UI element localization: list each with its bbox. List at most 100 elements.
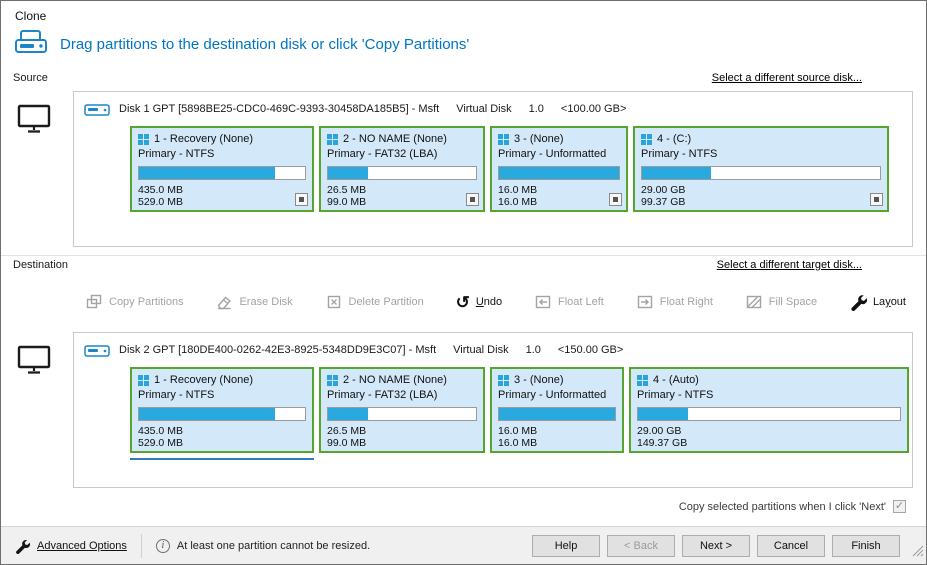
source-partition-3[interactable]: 3 - (None) Primary - Unformatted 16.0 MB… bbox=[490, 126, 628, 212]
partition-name: 1 - Recovery (None) bbox=[154, 374, 253, 386]
next-button[interactable]: Next > bbox=[682, 535, 750, 557]
resize-grip[interactable] bbox=[912, 544, 924, 562]
back-button[interactable]: < Back bbox=[607, 535, 675, 557]
partition-used: 26.5 MB bbox=[327, 425, 477, 437]
partition-size: 16.0 MB bbox=[498, 437, 616, 449]
destination-disk-header: Disk 2 GPT [180DE400-0262-42E3-8925-5348… bbox=[84, 341, 623, 358]
partition-type: Primary - NTFS bbox=[641, 148, 881, 160]
windows-logo-icon bbox=[498, 375, 509, 386]
copy-when-next-checkbox[interactable]: ✓ bbox=[893, 500, 906, 513]
disk-icon bbox=[84, 100, 110, 117]
info-icon: i bbox=[156, 539, 170, 553]
disk-capacity: <150.00 GB> bbox=[558, 344, 623, 356]
page-title: Clone bbox=[15, 9, 46, 23]
instruction-text: Drag partitions to the destination disk … bbox=[60, 36, 469, 53]
dest-partition-2[interactable]: 2 - NO NAME (None) Primary - FAT32 (LBA)… bbox=[319, 367, 485, 453]
partition-size: 99.0 MB bbox=[327, 196, 477, 208]
partition-name: 2 - NO NAME (None) bbox=[343, 133, 447, 145]
copy-when-next-label: Copy selected partitions when I click 'N… bbox=[679, 501, 886, 513]
partition-size: 529.0 MB bbox=[138, 196, 306, 208]
copy-partitions-icon bbox=[85, 293, 103, 311]
copy-partitions-button[interactable]: Copy Partitions bbox=[85, 293, 184, 311]
float-left-button[interactable]: Float Left bbox=[534, 293, 604, 311]
cancel-button[interactable]: Cancel bbox=[757, 535, 825, 557]
disk-capacity: <100.00 GB> bbox=[561, 103, 626, 115]
undo-icon: ↺ bbox=[456, 295, 470, 310]
disk-title: Disk 2 GPT [180DE400-0262-42E3-8925-5348… bbox=[119, 344, 436, 356]
windows-logo-icon bbox=[327, 375, 338, 386]
selected-partition-indicator bbox=[130, 458, 314, 460]
float-right-icon bbox=[636, 293, 654, 311]
source-partition-1[interactable]: 1 - Recovery (None) Primary - NTFS 435.0… bbox=[130, 126, 314, 212]
delete-partition-icon bbox=[325, 293, 343, 311]
partition-name: 3 - (None) bbox=[514, 133, 564, 145]
advanced-options-link[interactable]: Advanced Options bbox=[14, 538, 127, 554]
partition-type: Primary - FAT32 (LBA) bbox=[327, 389, 477, 401]
partition-used: 29.00 GB bbox=[641, 184, 881, 196]
destination-section-label: Destination bbox=[13, 259, 68, 271]
clone-wizard-window: Clone Drag partitions to the destination… bbox=[0, 0, 927, 565]
dialog-buttons: Help < Back Next > Cancel Finish bbox=[532, 535, 900, 557]
partition-usage-bar bbox=[637, 407, 901, 421]
partition-resize-icon[interactable] bbox=[295, 193, 308, 206]
bottom-bar: Advanced Options i At least one partitio… bbox=[1, 526, 926, 564]
finish-button[interactable]: Finish bbox=[832, 535, 900, 557]
partition-usage-bar bbox=[138, 407, 306, 421]
windows-logo-icon bbox=[138, 134, 149, 145]
select-target-disk-link[interactable]: Select a different target disk... bbox=[717, 259, 862, 271]
float-right-button[interactable]: Float Right bbox=[636, 293, 713, 311]
partition-used: 435.0 MB bbox=[138, 184, 306, 196]
windows-logo-icon bbox=[637, 375, 648, 386]
partition-resize-icon[interactable] bbox=[870, 193, 883, 206]
source-partition-4[interactable]: 4 - (C:) Primary - NTFS 29.00 GB 99.37 G… bbox=[633, 126, 889, 212]
partition-size: 99.0 MB bbox=[327, 437, 477, 449]
layout-button[interactable]: Layout bbox=[849, 293, 906, 311]
windows-logo-icon bbox=[138, 375, 149, 386]
partition-size: 99.37 GB bbox=[641, 196, 881, 208]
clone-disk-icon bbox=[13, 27, 51, 62]
partition-used: 16.0 MB bbox=[498, 184, 620, 196]
windows-logo-icon bbox=[641, 134, 652, 145]
resize-notice: i At least one partition cannot be resiz… bbox=[156, 539, 370, 553]
delete-partition-button[interactable]: Delete Partition bbox=[325, 293, 424, 311]
help-button[interactable]: Help bbox=[532, 535, 600, 557]
partition-name: 4 - (Auto) bbox=[653, 374, 699, 386]
partition-type: Primary - Unformatted bbox=[498, 389, 616, 401]
vertical-divider bbox=[141, 534, 142, 558]
dest-partition-4[interactable]: 4 - (Auto) Primary - NTFS 29.00 GB 149.3… bbox=[629, 367, 909, 453]
erase-disk-button[interactable]: Erase Disk bbox=[215, 293, 292, 311]
source-disk-header: Disk 1 GPT [5898BE25-CDC0-469C-9393-3045… bbox=[84, 100, 626, 117]
partition-type: Primary - Unformatted bbox=[498, 148, 620, 160]
destination-computer-icon bbox=[17, 345, 51, 375]
partition-usage-bar bbox=[327, 166, 477, 180]
windows-logo-icon bbox=[327, 134, 338, 145]
erase-disk-icon bbox=[215, 293, 233, 311]
source-computer-icon bbox=[17, 104, 51, 134]
dest-partition-3[interactable]: 3 - (None) Primary - Unformatted 16.0 MB… bbox=[490, 367, 624, 453]
partition-resize-icon[interactable] bbox=[609, 193, 622, 206]
disk-bus: Virtual Disk bbox=[453, 344, 508, 356]
destination-disk-panel: Disk 2 GPT [180DE400-0262-42E3-8925-5348… bbox=[73, 332, 913, 488]
wrench-icon bbox=[14, 538, 30, 554]
windows-logo-icon bbox=[498, 134, 509, 145]
source-section-label: Source bbox=[13, 72, 48, 84]
fill-space-button[interactable]: Fill Space bbox=[745, 293, 817, 311]
partition-size: 149.37 GB bbox=[637, 437, 901, 449]
partition-used: 26.5 MB bbox=[327, 184, 477, 196]
partition-resize-icon[interactable] bbox=[466, 193, 479, 206]
partition-name: 4 - (C:) bbox=[657, 133, 691, 145]
float-left-icon bbox=[534, 293, 552, 311]
partition-name: 2 - NO NAME (None) bbox=[343, 374, 447, 386]
partition-size: 529.0 MB bbox=[138, 437, 306, 449]
undo-button[interactable]: ↺ Undo bbox=[456, 295, 503, 310]
select-source-disk-link[interactable]: Select a different source disk... bbox=[712, 72, 862, 84]
source-partition-2[interactable]: 2 - NO NAME (None) Primary - FAT32 (LBA)… bbox=[319, 126, 485, 212]
section-divider bbox=[1, 255, 926, 256]
disk-bus: Virtual Disk bbox=[456, 103, 511, 115]
partition-name: 3 - (None) bbox=[514, 374, 564, 386]
dest-partition-1[interactable]: 1 - Recovery (None) Primary - NTFS 435.0… bbox=[130, 367, 314, 453]
notice-text: At least one partition cannot be resized… bbox=[177, 540, 370, 552]
partition-usage-bar bbox=[498, 166, 620, 180]
disk-icon bbox=[84, 341, 110, 358]
disk-version: 1.0 bbox=[526, 344, 541, 356]
